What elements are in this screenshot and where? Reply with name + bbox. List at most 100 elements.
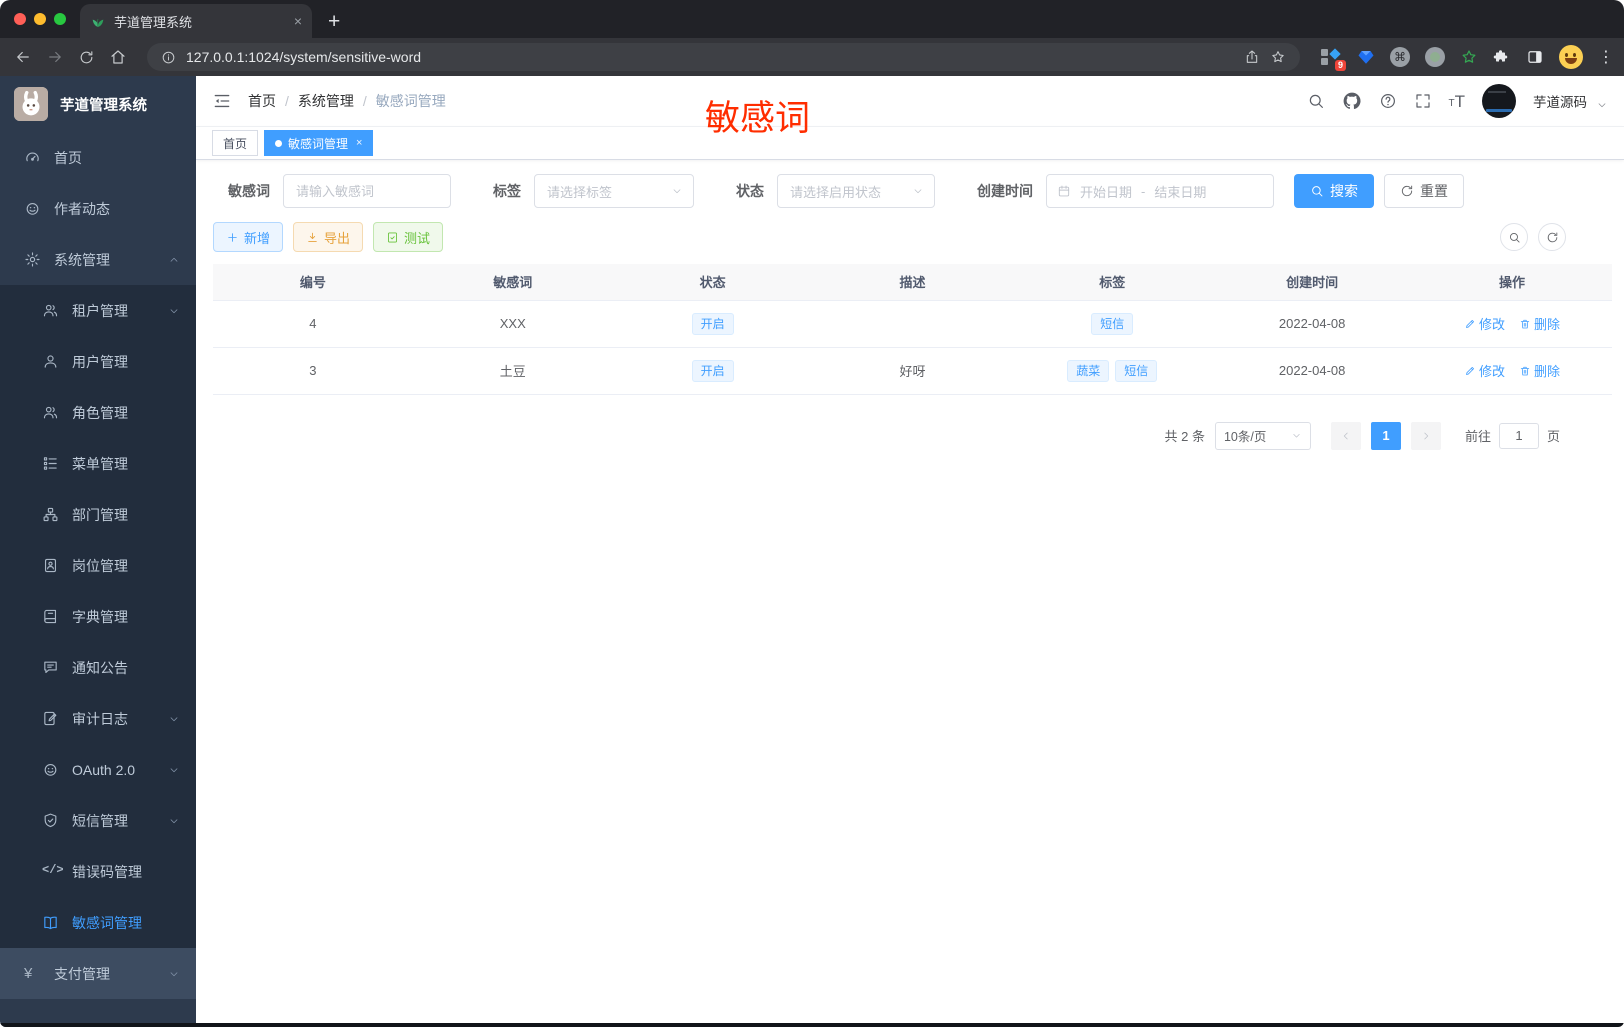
question-icon[interactable]	[1379, 92, 1397, 110]
favicon-plant-icon	[90, 13, 106, 29]
extension-collector-icon[interactable]: 9	[1320, 47, 1346, 71]
tab-close-icon[interactable]: ×	[294, 13, 302, 29]
edit-button[interactable]: 修改	[1464, 314, 1505, 333]
user-avatar[interactable]	[1482, 84, 1516, 118]
chevron-right-icon	[1420, 430, 1432, 442]
browser-profile-avatar[interactable]	[1559, 45, 1583, 69]
author-chat-icon	[24, 200, 41, 217]
chevron-down-icon[interactable]	[1596, 99, 1608, 111]
app-title: 芋道管理系统	[60, 97, 147, 114]
status-select[interactable]: 请选择启用状态	[777, 174, 935, 208]
refresh-table-button[interactable]	[1538, 223, 1566, 251]
sidebar-item-menu[interactable]: 菜单管理	[0, 438, 196, 489]
filter-tag: 标签 请选择标签	[493, 174, 694, 208]
page-unit-label: 页	[1546, 429, 1560, 444]
back-icon[interactable]	[14, 48, 32, 66]
home-icon[interactable]	[109, 48, 127, 66]
browser-tab[interactable]: 芋道管理系统 ×	[80, 4, 312, 38]
org-chart-icon	[42, 506, 59, 523]
forward-icon[interactable]	[46, 48, 64, 66]
sidebar-item-system[interactable]: 系统管理	[0, 234, 196, 285]
date-end-placeholder: 结束日期	[1154, 184, 1207, 200]
sidebar-item-user[interactable]: 用户管理	[0, 336, 196, 387]
date-range-picker[interactable]: 开始日期 - 结束日期	[1046, 174, 1274, 208]
sidebar-item-post[interactable]: 岗位管理	[0, 540, 196, 591]
cell-description	[812, 300, 1013, 348]
export-button[interactable]: 导出	[293, 222, 364, 252]
page-tab-sensitive-word[interactable]: 敏感词管理 ×	[264, 130, 374, 156]
reload-icon[interactable]	[78, 49, 95, 66]
sidebar-item-audit-log[interactable]: 审计日志	[0, 693, 196, 744]
extension-gem-icon[interactable]	[1357, 48, 1375, 66]
menu-tree-icon	[42, 455, 59, 472]
tag-select[interactable]: 请选择标签	[534, 174, 694, 208]
tag-badge: 蔬菜	[1067, 359, 1110, 382]
cell-word: 土豆	[412, 347, 613, 395]
sidebar-item-author-feed[interactable]: 作者动态	[0, 183, 196, 234]
sidebar-item-role[interactable]: 角色管理	[0, 387, 196, 438]
sidebar-item-sensitive-word[interactable]: 敏感词管理	[0, 897, 196, 948]
username[interactable]: 芋道源码	[1533, 91, 1587, 111]
chevron-up-icon	[168, 254, 180, 266]
sidebar-fold-icon[interactable]	[212, 91, 232, 111]
tenant-users-icon	[42, 302, 59, 319]
sidebar-item-sms[interactable]: 短信管理	[0, 795, 196, 846]
sidebar-item-dept[interactable]: 部门管理	[0, 489, 196, 540]
address-bar[interactable]: 127.0.0.1:1024/system/sensitive-word	[147, 43, 1300, 71]
tag-badge: 短信	[1091, 312, 1134, 335]
test-button[interactable]: 测试	[373, 222, 444, 252]
add-button[interactable]: 新增	[213, 222, 284, 252]
sidebar-nav: 首页 作者动态 系统管理 租户管理 用户管理 角色管理 菜单管理 部门管理 岗位管理 字典管理 通知…	[0, 132, 196, 1027]
breadcrumb-home[interactable]: 首页	[248, 91, 276, 111]
sidebar-item-oauth2[interactable]: OAuth 2.0	[0, 744, 196, 795]
extensions-puzzle-icon[interactable]	[1493, 48, 1511, 66]
browser-tab-strip: 芋道管理系统 × +	[0, 0, 1624, 38]
sidebar-item-payment[interactable]: ¥ 支付管理	[0, 948, 196, 999]
sidebar-item-tenant[interactable]: 租户管理	[0, 285, 196, 336]
fontsize-icon[interactable]: TT	[1449, 93, 1466, 110]
toggle-search-button[interactable]	[1500, 223, 1528, 251]
reset-button[interactable]: 重置	[1384, 174, 1464, 208]
date-label: 创建时间	[977, 183, 1033, 199]
table-tools	[1500, 223, 1566, 251]
minimize-window-button[interactable]	[34, 13, 46, 25]
sidebar-item-home[interactable]: 首页	[0, 132, 196, 183]
maximize-window-button[interactable]	[54, 13, 66, 25]
search-icon[interactable]	[1307, 92, 1325, 110]
delete-button[interactable]: 删除	[1519, 314, 1560, 333]
side-panel-icon[interactable]	[1526, 48, 1544, 66]
page-tab-home[interactable]: 首页	[212, 130, 259, 156]
trash-icon	[1519, 318, 1531, 330]
cell-description: 好呀	[812, 347, 1013, 395]
robot-icon	[42, 761, 59, 778]
next-page-button[interactable]	[1410, 421, 1441, 450]
browser-menu-icon[interactable]: ⋮	[1598, 47, 1614, 67]
share-icon[interactable]	[1244, 49, 1260, 65]
close-window-button[interactable]	[14, 13, 26, 25]
extension-command-icon[interactable]: ⌘	[1390, 47, 1410, 67]
page-number-1[interactable]: 1	[1370, 421, 1401, 450]
sidebar-logo-row[interactable]: 芋道管理系统	[0, 76, 196, 132]
sidebar-item-notice[interactable]: 通知公告	[0, 642, 196, 693]
breadcrumb-system[interactable]: 系统管理	[298, 91, 354, 111]
extension-green-star-icon[interactable]	[1460, 48, 1478, 66]
sidebar-item-dict[interactable]: 字典管理	[0, 591, 196, 642]
bookmark-star-icon[interactable]	[1270, 49, 1286, 65]
new-tab-button[interactable]: +	[328, 10, 340, 34]
prev-page-button[interactable]	[1330, 421, 1361, 450]
site-info-icon[interactable]	[161, 50, 176, 65]
fullscreen-icon[interactable]	[1414, 92, 1432, 110]
tab-close-icon[interactable]: ×	[356, 137, 362, 149]
github-icon[interactable]	[1342, 91, 1362, 111]
extension-dot-icon[interactable]	[1425, 47, 1445, 67]
delete-button[interactable]: 删除	[1519, 361, 1560, 380]
edit-button[interactable]: 修改	[1464, 361, 1505, 380]
code-icon: </>	[42, 863, 64, 877]
search-button[interactable]: 搜索	[1294, 174, 1374, 208]
page-size-select[interactable]: 10条/页	[1214, 421, 1311, 450]
sidebar-item-error-code[interactable]: </> 错误码管理	[0, 846, 196, 897]
goto-page-input[interactable]	[1498, 422, 1539, 449]
column-header: 标签	[1012, 264, 1213, 301]
status-badge: 开启	[691, 312, 734, 335]
keyword-input[interactable]	[283, 174, 451, 208]
